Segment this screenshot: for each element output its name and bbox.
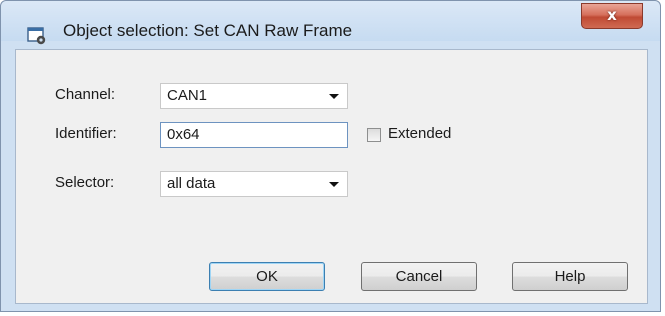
channel-dropdown[interactable]: CAN1	[160, 83, 348, 109]
cancel-button[interactable]: Cancel	[361, 262, 477, 291]
chevron-down-icon	[329, 182, 339, 187]
channel-label: Channel:	[55, 86, 116, 103]
settings-window-icon	[27, 27, 46, 45]
selector-dropdown[interactable]: all data	[160, 171, 348, 197]
window-title: Object selection: Set CAN Raw Frame	[63, 21, 353, 40]
identifier-value: 0x64	[167, 126, 200, 143]
dialog-window: Object selection: Set CAN Raw Frame x Ch…	[0, 0, 661, 312]
identifier-input[interactable]: 0x64	[160, 122, 348, 148]
chevron-down-icon	[329, 94, 339, 99]
close-icon: x	[607, 6, 617, 24]
ok-button[interactable]: OK	[209, 262, 325, 291]
extended-checkbox[interactable]	[367, 128, 381, 142]
help-button[interactable]: Help	[512, 262, 628, 291]
channel-value: CAN1	[167, 87, 208, 104]
close-button[interactable]: x	[581, 3, 643, 29]
dialog-body: Channel: CAN1 Identifier: 0x64 Extended …	[15, 49, 648, 304]
identifier-label: Identifier:	[55, 125, 117, 142]
extended-label[interactable]: Extended	[388, 125, 451, 142]
selector-value: all data	[167, 175, 216, 192]
selector-label: Selector:	[55, 174, 115, 191]
